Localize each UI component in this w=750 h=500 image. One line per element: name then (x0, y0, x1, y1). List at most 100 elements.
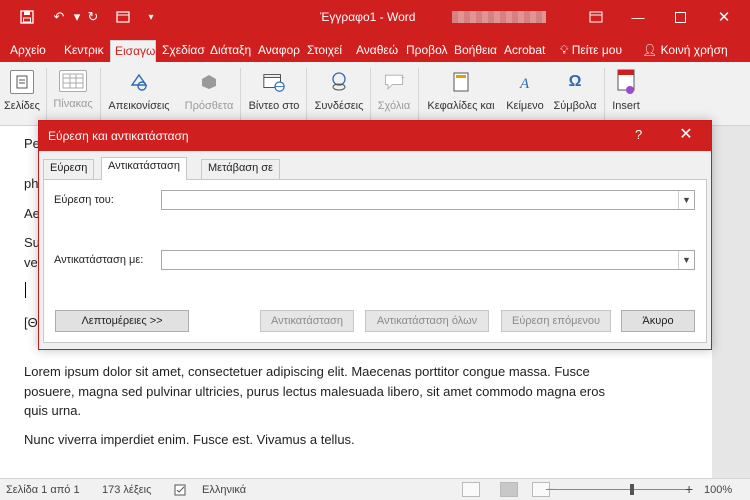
tab-goto[interactable]: Μετάβαση σε (201, 159, 280, 179)
doc-text-fragment: ph (24, 176, 39, 191)
undo-icon[interactable]: ↶ (50, 8, 68, 26)
close-icon[interactable]: ✕ (712, 6, 736, 28)
online-video-button[interactable]: Βίντεο στο (243, 68, 305, 124)
illustrations-icon (127, 70, 151, 94)
dialog-title: Εύρεση και αντικατάσταση (48, 129, 189, 143)
tab-review[interactable]: Αναθεώ (352, 40, 402, 62)
find-next-button[interactable]: Εύρεση επόμενου (501, 310, 611, 332)
tab-replace[interactable]: Αντικατάσταση (101, 157, 187, 180)
tab-mailings[interactable]: Στοιχεί (303, 40, 346, 62)
zoom-in-button[interactable]: + (685, 481, 693, 497)
save-icon[interactable] (18, 8, 36, 26)
cancel-button[interactable]: Άκυρο (621, 310, 695, 332)
illustrations-button[interactable]: Απεικονίσεις (104, 68, 174, 124)
tab-layout[interactable]: Διάταξη (206, 40, 255, 62)
replace-button[interactable]: Αντικατάσταση (260, 310, 354, 332)
page-count[interactable]: Σελίδα 1 από 1 (6, 484, 80, 496)
zoom-slider-thumb[interactable] (630, 484, 634, 495)
pages-label: Σελίδες (4, 100, 40, 112)
zoom-slider[interactable] (546, 489, 686, 490)
zoom-level[interactable]: 100% (704, 484, 732, 496)
tell-me-label: Πείτε μου (571, 43, 623, 57)
customize-icon[interactable]: ▾ (142, 8, 160, 26)
title-bar: ↶ ▾ ↻ ▾ Έγγραφο1 - Word — ✕ (0, 0, 750, 36)
symbols-label: Σύμβολα (553, 100, 597, 112)
comment-button[interactable]: + Σχόλια (372, 68, 416, 124)
pages-icon (10, 70, 34, 94)
dialog-close-button[interactable]: ✕ (671, 125, 701, 145)
separator (418, 68, 419, 120)
paragraph-line: posuere, magna sed pulvinar ultricies, p… (24, 384, 605, 399)
minimize-icon[interactable]: — (626, 6, 650, 28)
separator (604, 68, 605, 120)
paragraph-line: quis urna. (24, 403, 82, 418)
find-label: Εύρεση του: (54, 194, 114, 206)
comment-icon: + (382, 70, 406, 94)
language[interactable]: Ελληνικά (202, 484, 246, 496)
account-name[interactable] (452, 11, 546, 23)
more-options-button[interactable]: Λεπτομέρειες >> (55, 310, 189, 332)
insert-icon (614, 69, 638, 94)
addins-icon (197, 70, 221, 94)
paragraph-line: Nunc viverra imperdiet enim. Fusce est. … (24, 432, 355, 447)
replace-all-button[interactable]: Αντικατάσταση όλων (365, 310, 489, 332)
header-footer-label: Κεφαλίδες και (427, 100, 495, 112)
doc-text-fragment: ve (24, 255, 38, 270)
illustrations-label: Απεικονίσεις (108, 100, 170, 112)
separator (370, 68, 371, 120)
table-button[interactable]: Πίνακας (48, 68, 98, 124)
tell-me-search[interactable]: 💡︎ Πείτε μου (556, 40, 626, 62)
paragraph-line: Lorem ipsum dolor sit amet, consectetuer… (24, 364, 590, 379)
insert-label: Insert (612, 100, 640, 112)
online-video-label: Βίντεο στο (248, 100, 300, 112)
video-icon (262, 70, 286, 94)
omega-icon: Ω (568, 73, 582, 90)
text-button[interactable]: A Κείμενο (503, 68, 547, 124)
dialog-title-bar[interactable]: Εύρεση και αντικατάσταση ? ✕ (39, 121, 711, 151)
maximize-icon[interactable] (668, 6, 692, 28)
find-input[interactable]: ▼ (161, 190, 695, 210)
word-count[interactable]: 173 λέξεις (102, 484, 151, 496)
proofing-icon[interactable] (174, 484, 188, 499)
help-button[interactable]: ? (635, 127, 642, 142)
links-button[interactable]: Συνδέσεις (309, 68, 369, 124)
replace-label: Αντικατάσταση με: (54, 254, 144, 266)
chevron-down-icon[interactable]: ▼ (678, 191, 694, 209)
ribbon-tabs: Αρχείο Κεντρικ Εισαγω Σχεδίασ Διάταξη Αν… (0, 36, 750, 62)
find-replace-dialog: Εύρεση και αντικατάσταση ? ✕ Εύρεση Αντι… (38, 120, 712, 350)
read-mode-icon[interactable] (462, 482, 480, 497)
addins-label: Πρόσθετα (184, 100, 234, 112)
tab-design[interactable]: Σχεδίασ (158, 40, 209, 62)
links-icon (327, 70, 351, 94)
tab-insert[interactable]: Εισαγω (110, 40, 156, 62)
header-footer-icon (449, 70, 473, 94)
symbols-button[interactable]: Ω Σύμβολα (549, 68, 601, 124)
header-footer-button[interactable]: Κεφαλίδες και (421, 68, 501, 124)
text-label: Κείμενο (506, 100, 544, 112)
tab-view[interactable]: Προβολ (402, 40, 452, 62)
tab-references[interactable]: Αναφορ (254, 40, 304, 62)
chevron-down-icon[interactable]: ▼ (678, 251, 694, 269)
insert-button[interactable]: Insert (606, 68, 646, 124)
share-button[interactable]: 👤︎ Κοινή χρήση (638, 40, 732, 62)
tab-file[interactable]: Αρχείο (6, 40, 50, 62)
ribbon-display-icon[interactable] (584, 6, 608, 28)
tab-find[interactable]: Εύρεση (43, 159, 95, 179)
lightbulb-icon: 💡︎ (560, 43, 569, 57)
vertical-scrollbar[interactable] (712, 126, 750, 478)
tab-acrobat[interactable]: Acrobat (500, 40, 549, 62)
pages-button[interactable]: Σελίδες (2, 68, 42, 124)
addins-button[interactable]: Πρόσθετα (180, 68, 238, 124)
status-bar: Σελίδα 1 από 1 173 λέξεις Ελληνικά − + 1… (0, 478, 750, 500)
svg-text:A: A (519, 76, 530, 91)
tab-home[interactable]: Κεντρικ (60, 40, 108, 62)
share-label: Κοινή χρήση (660, 43, 728, 57)
doc-text-fragment: [Θ (24, 315, 38, 330)
print-layout-icon[interactable] (500, 482, 518, 497)
comment-label: Σχόλια (377, 100, 411, 112)
redo-icon[interactable]: ↻ (84, 8, 102, 26)
replace-input[interactable]: ▼ (161, 250, 695, 270)
svg-text:+: + (401, 74, 405, 81)
window-icon[interactable] (114, 8, 132, 26)
tab-help[interactable]: Βοήθεια (450, 40, 501, 62)
